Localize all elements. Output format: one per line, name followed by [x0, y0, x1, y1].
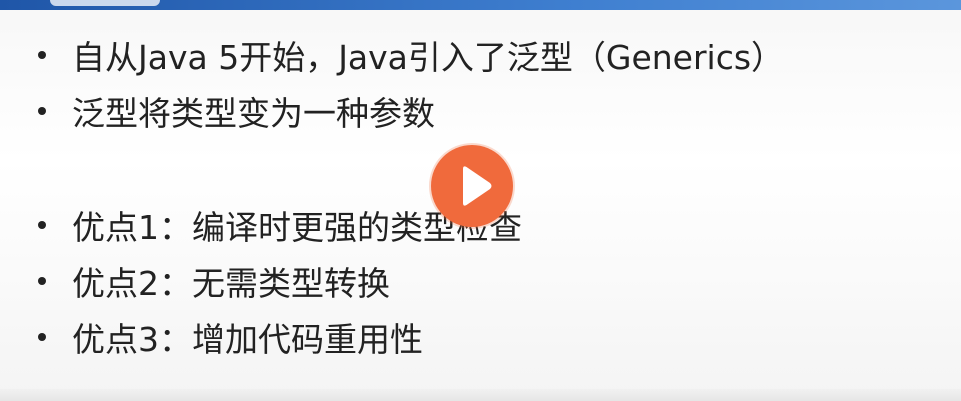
bullet-text: 优点3：增加代码重用性	[72, 320, 423, 359]
bullet-dot	[38, 221, 46, 229]
play-button[interactable]	[431, 145, 513, 227]
bullet-dot	[38, 107, 46, 115]
bullet-dot	[38, 51, 46, 59]
bullet-item: 泛型将类型变为一种参数	[30, 88, 435, 134]
bullet-text: 优点2：无需类型转换	[72, 264, 390, 303]
bullet-dot	[38, 277, 46, 285]
player-bottom-edge	[0, 389, 961, 401]
bullet-item: 优点2：无需类型转换	[30, 258, 390, 304]
bullet-item: 自从Java 5开始，Java引入了泛型（Generics）	[30, 32, 784, 78]
bullet-dot	[38, 333, 46, 341]
video-frame: 自从Java 5开始，Java引入了泛型（Generics） 泛型将类型变为一种…	[0, 0, 961, 401]
slide-title-band	[0, 0, 961, 10]
bullet-item: 优点3：增加代码重用性	[30, 314, 423, 360]
play-icon	[463, 166, 492, 206]
bullet-text: 泛型将类型变为一种参数	[72, 94, 435, 133]
bullet-text: 自从Java 5开始，Java引入了泛型（Generics）	[72, 38, 785, 77]
